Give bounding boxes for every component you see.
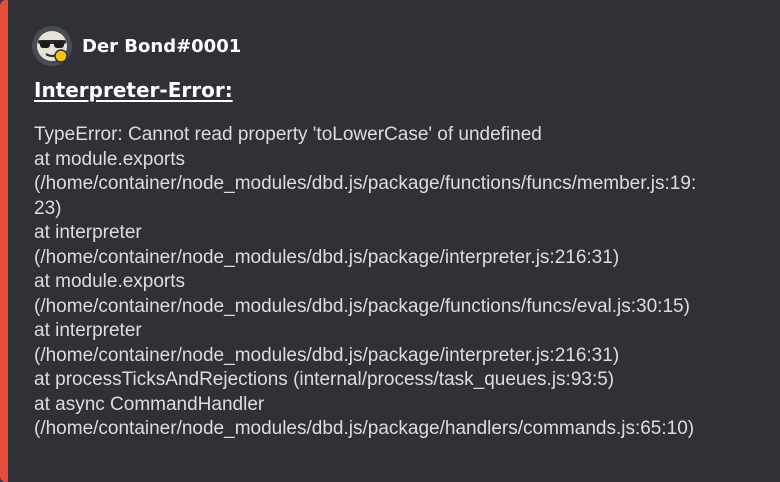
description-line: at interpreter [34, 222, 142, 243]
description-line: (/home/container/node_modules/dbd.js/pac… [34, 173, 697, 194]
description-line: at async CommandHandler [34, 393, 265, 415]
description-line: (/home/container/node_modules/dbd.js/pac… [34, 295, 690, 317]
description-line: 23) [34, 197, 62, 219]
description-line: at processTicksAndRejections (internal/p… [34, 369, 615, 390]
embed-title: Interpreter-Error: [34, 78, 233, 102]
description-line: at interpreter [34, 320, 142, 341]
description-line: TypeError: Cannot read property 'toLower… [34, 124, 542, 145]
description-line: (/home/container/node_modules/dbd.js/pac… [34, 344, 620, 366]
description-line: (/home/container/node_modules/dbd.js/pac… [34, 418, 695, 439]
author-name[interactable]: Der Bond#0001 [82, 36, 241, 57]
sunglasses-face-avatar-icon[interactable] [32, 26, 72, 66]
description-line: (/home/container/node_modules/dbd.js/pac… [34, 246, 620, 268]
embed-author: Der Bond#0001 [32, 26, 241, 66]
description-line: at module.exports [34, 148, 186, 170]
error-description: TypeError: Cannot read property 'toLower… [34, 123, 780, 442]
description-line: at module.exports [34, 271, 186, 292]
error-embed: Der Bond#0001 Interpreter-Error: TypeErr… [0, 0, 780, 482]
